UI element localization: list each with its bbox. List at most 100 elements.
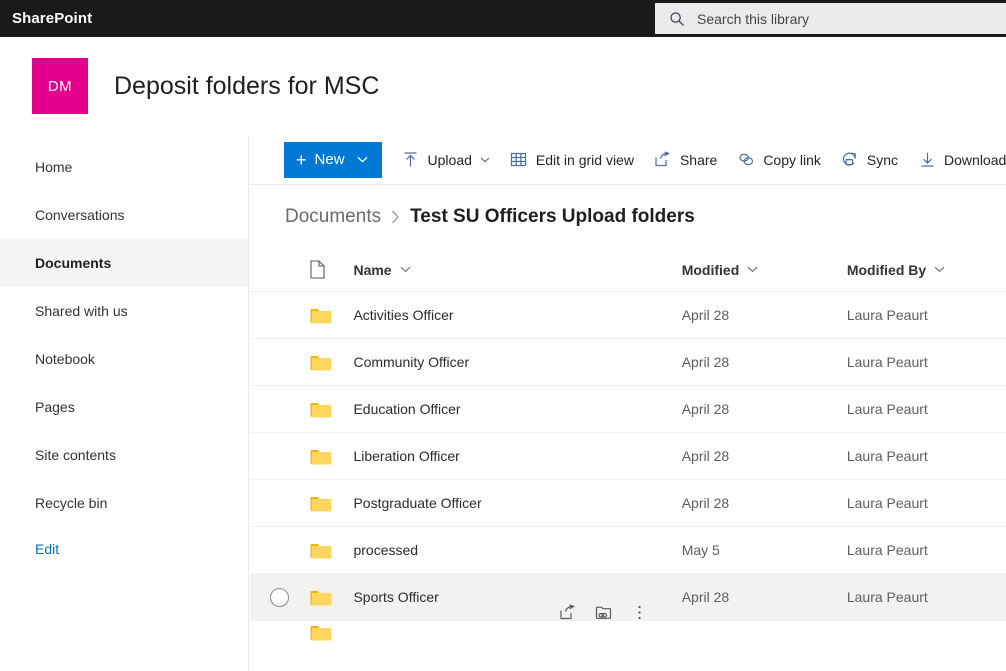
row-folder-icon (310, 589, 354, 606)
column-header-name-label: Name (353, 261, 392, 278)
row-modified-by: Laura Peaurt (846, 401, 928, 417)
chevron-down-icon (357, 156, 368, 163)
sidebar-item-recycle-bin[interactable]: Recycle bin (0, 479, 248, 527)
table-row-partial[interactable] (250, 621, 1006, 643)
row-name-cell[interactable]: Community Officer (353, 354, 681, 370)
sidebar-item-documents[interactable]: Documents (0, 239, 248, 287)
sync-label: Sync (866, 151, 899, 168)
table-row[interactable]: Postgraduate Officer April 28 Laura Peaurt (250, 480, 1006, 527)
breadcrumb-current: Test SU Officers Upload folders (410, 206, 695, 227)
row-name-cell[interactable]: processed (353, 542, 681, 558)
folder-icon (310, 449, 332, 464)
column-headers: Name Modified Modified By (250, 248, 1006, 292)
chevron-down-icon (747, 266, 758, 273)
column-header-modified-by-label: Modified By (846, 261, 927, 278)
row-modified-by: Laura Peaurt (846, 589, 928, 605)
copy-link-label: Copy link (763, 151, 821, 168)
site-logo[interactable]: DM (32, 58, 88, 114)
edit-in-grid-view-label: Edit in grid view (535, 151, 634, 168)
more-options-icon[interactable] (630, 604, 648, 622)
row-name: Liberation Officer (353, 448, 460, 464)
folder-icon (310, 355, 332, 370)
sidebar-item-label: Documents (35, 255, 112, 271)
copy-link-icon[interactable] (594, 604, 612, 622)
row-modified: May 5 (681, 542, 720, 558)
folder-icon (310, 496, 332, 511)
table-row[interactable]: Sports Officer April 28 Laura Peaurt (250, 574, 1006, 621)
grid-icon (510, 151, 528, 169)
table-row[interactable]: Activities Officer April 28 Laura Peaurt (250, 292, 1006, 339)
row-modified-by: Laura Peaurt (846, 495, 928, 511)
row-modified: April 28 (681, 354, 730, 370)
download-icon (918, 151, 936, 169)
row-modified-by: Laura Peaurt (846, 542, 928, 558)
row-name-cell[interactable]: Liberation Officer (353, 448, 681, 464)
command-bar: + New Upload Edit in grid view Share Cop… (250, 135, 1006, 185)
folder-icon (310, 308, 332, 323)
chevron-down-icon (934, 266, 945, 273)
row-folder-icon (310, 542, 354, 559)
sidebar-edit-label: Edit (35, 541, 60, 557)
column-header-modified[interactable]: Modified (682, 262, 847, 278)
table-row[interactable]: processed May 5 Laura Peaurt (250, 527, 1006, 574)
row-name: Community Officer (353, 354, 470, 370)
row-modified: April 28 (681, 307, 730, 323)
column-header-modified-by[interactable]: Modified By (847, 262, 1006, 278)
row-folder-icon (310, 354, 354, 371)
edit-in-grid-view-button[interactable]: Edit in grid view (510, 140, 634, 180)
table-row[interactable]: Education Officer April 28 Laura Peaurt (250, 386, 1006, 433)
file-type-icon[interactable] (310, 260, 354, 279)
download-button[interactable]: Download (918, 140, 1006, 180)
row-checkbox-cell[interactable] (250, 587, 310, 607)
upload-icon (402, 151, 420, 169)
sidebar-item-pages[interactable]: Pages (0, 383, 248, 431)
folder-icon (310, 402, 332, 417)
row-modified-by: Laura Peaurt (846, 448, 928, 464)
row-modified-by: Laura Peaurt (846, 354, 928, 370)
search-input[interactable] (697, 10, 1006, 27)
upload-button[interactable]: Upload (402, 140, 490, 180)
document-rows: Activities Officer April 28 Laura Peaurt Co… (250, 292, 1006, 643)
row-name-cell[interactable]: Postgraduate Officer (353, 495, 681, 511)
left-navigation: Home Conversations Documents Shared with… (0, 135, 249, 671)
sidebar-item-shared-with-us[interactable]: Shared with us (0, 287, 248, 335)
share-button[interactable]: Share (654, 140, 717, 180)
row-name-cell[interactable]: Sports Officer (353, 589, 681, 620)
sidebar-item-label: Conversations (35, 207, 125, 223)
row-name: Sports Officer (353, 589, 439, 605)
new-button[interactable]: + New (284, 141, 382, 178)
sidebar-edit-link[interactable]: Edit (0, 527, 248, 571)
sidebar-item-label: Notebook (35, 351, 95, 367)
sidebar-item-site-contents[interactable]: Site contents (0, 431, 248, 479)
row-name: processed (353, 542, 419, 558)
new-button-label: New (314, 151, 345, 168)
download-label: Download (944, 151, 1006, 168)
row-name-cell[interactable]: Education Officer (353, 401, 681, 417)
table-row[interactable]: Liberation Officer April 28 Laura Peaurt (250, 433, 1006, 480)
sharepoint-document-library: SharePoint DM Deposit folders for MSC Ho… (0, 0, 1006, 671)
breadcrumb: Documents Test SU Officers Upload folder… (250, 186, 1006, 248)
row-name-cell[interactable]: Activities Officer (353, 307, 681, 323)
sync-button[interactable]: Sync (841, 140, 898, 180)
row-folder-icon (310, 624, 354, 641)
column-header-name[interactable]: Name (353, 262, 681, 278)
share-icon[interactable] (558, 604, 576, 622)
table-row[interactable]: Community Officer April 28 Laura Peaurt (250, 339, 1006, 386)
sync-icon (841, 151, 859, 169)
row-name: Activities Officer (353, 307, 454, 323)
sidebar-item-notebook[interactable]: Notebook (0, 335, 248, 383)
search-box[interactable] (655, 3, 1006, 34)
sidebar-item-home[interactable]: Home (0, 143, 248, 191)
search-icon (669, 11, 685, 27)
row-folder-icon (310, 401, 354, 418)
sidebar-item-label: Pages (35, 399, 75, 415)
sidebar-item-conversations[interactable]: Conversations (0, 191, 248, 239)
row-select-circle[interactable] (270, 587, 290, 607)
sidebar-item-label: Home (35, 159, 73, 175)
copy-link-button[interactable]: Copy link (737, 140, 821, 180)
breadcrumb-root[interactable]: Documents (285, 206, 381, 228)
row-modified: April 28 (681, 495, 730, 511)
column-header-modified-label: Modified (681, 261, 740, 278)
row-name: Postgraduate Officer (353, 495, 482, 511)
sharepoint-brand[interactable]: SharePoint (12, 10, 92, 27)
